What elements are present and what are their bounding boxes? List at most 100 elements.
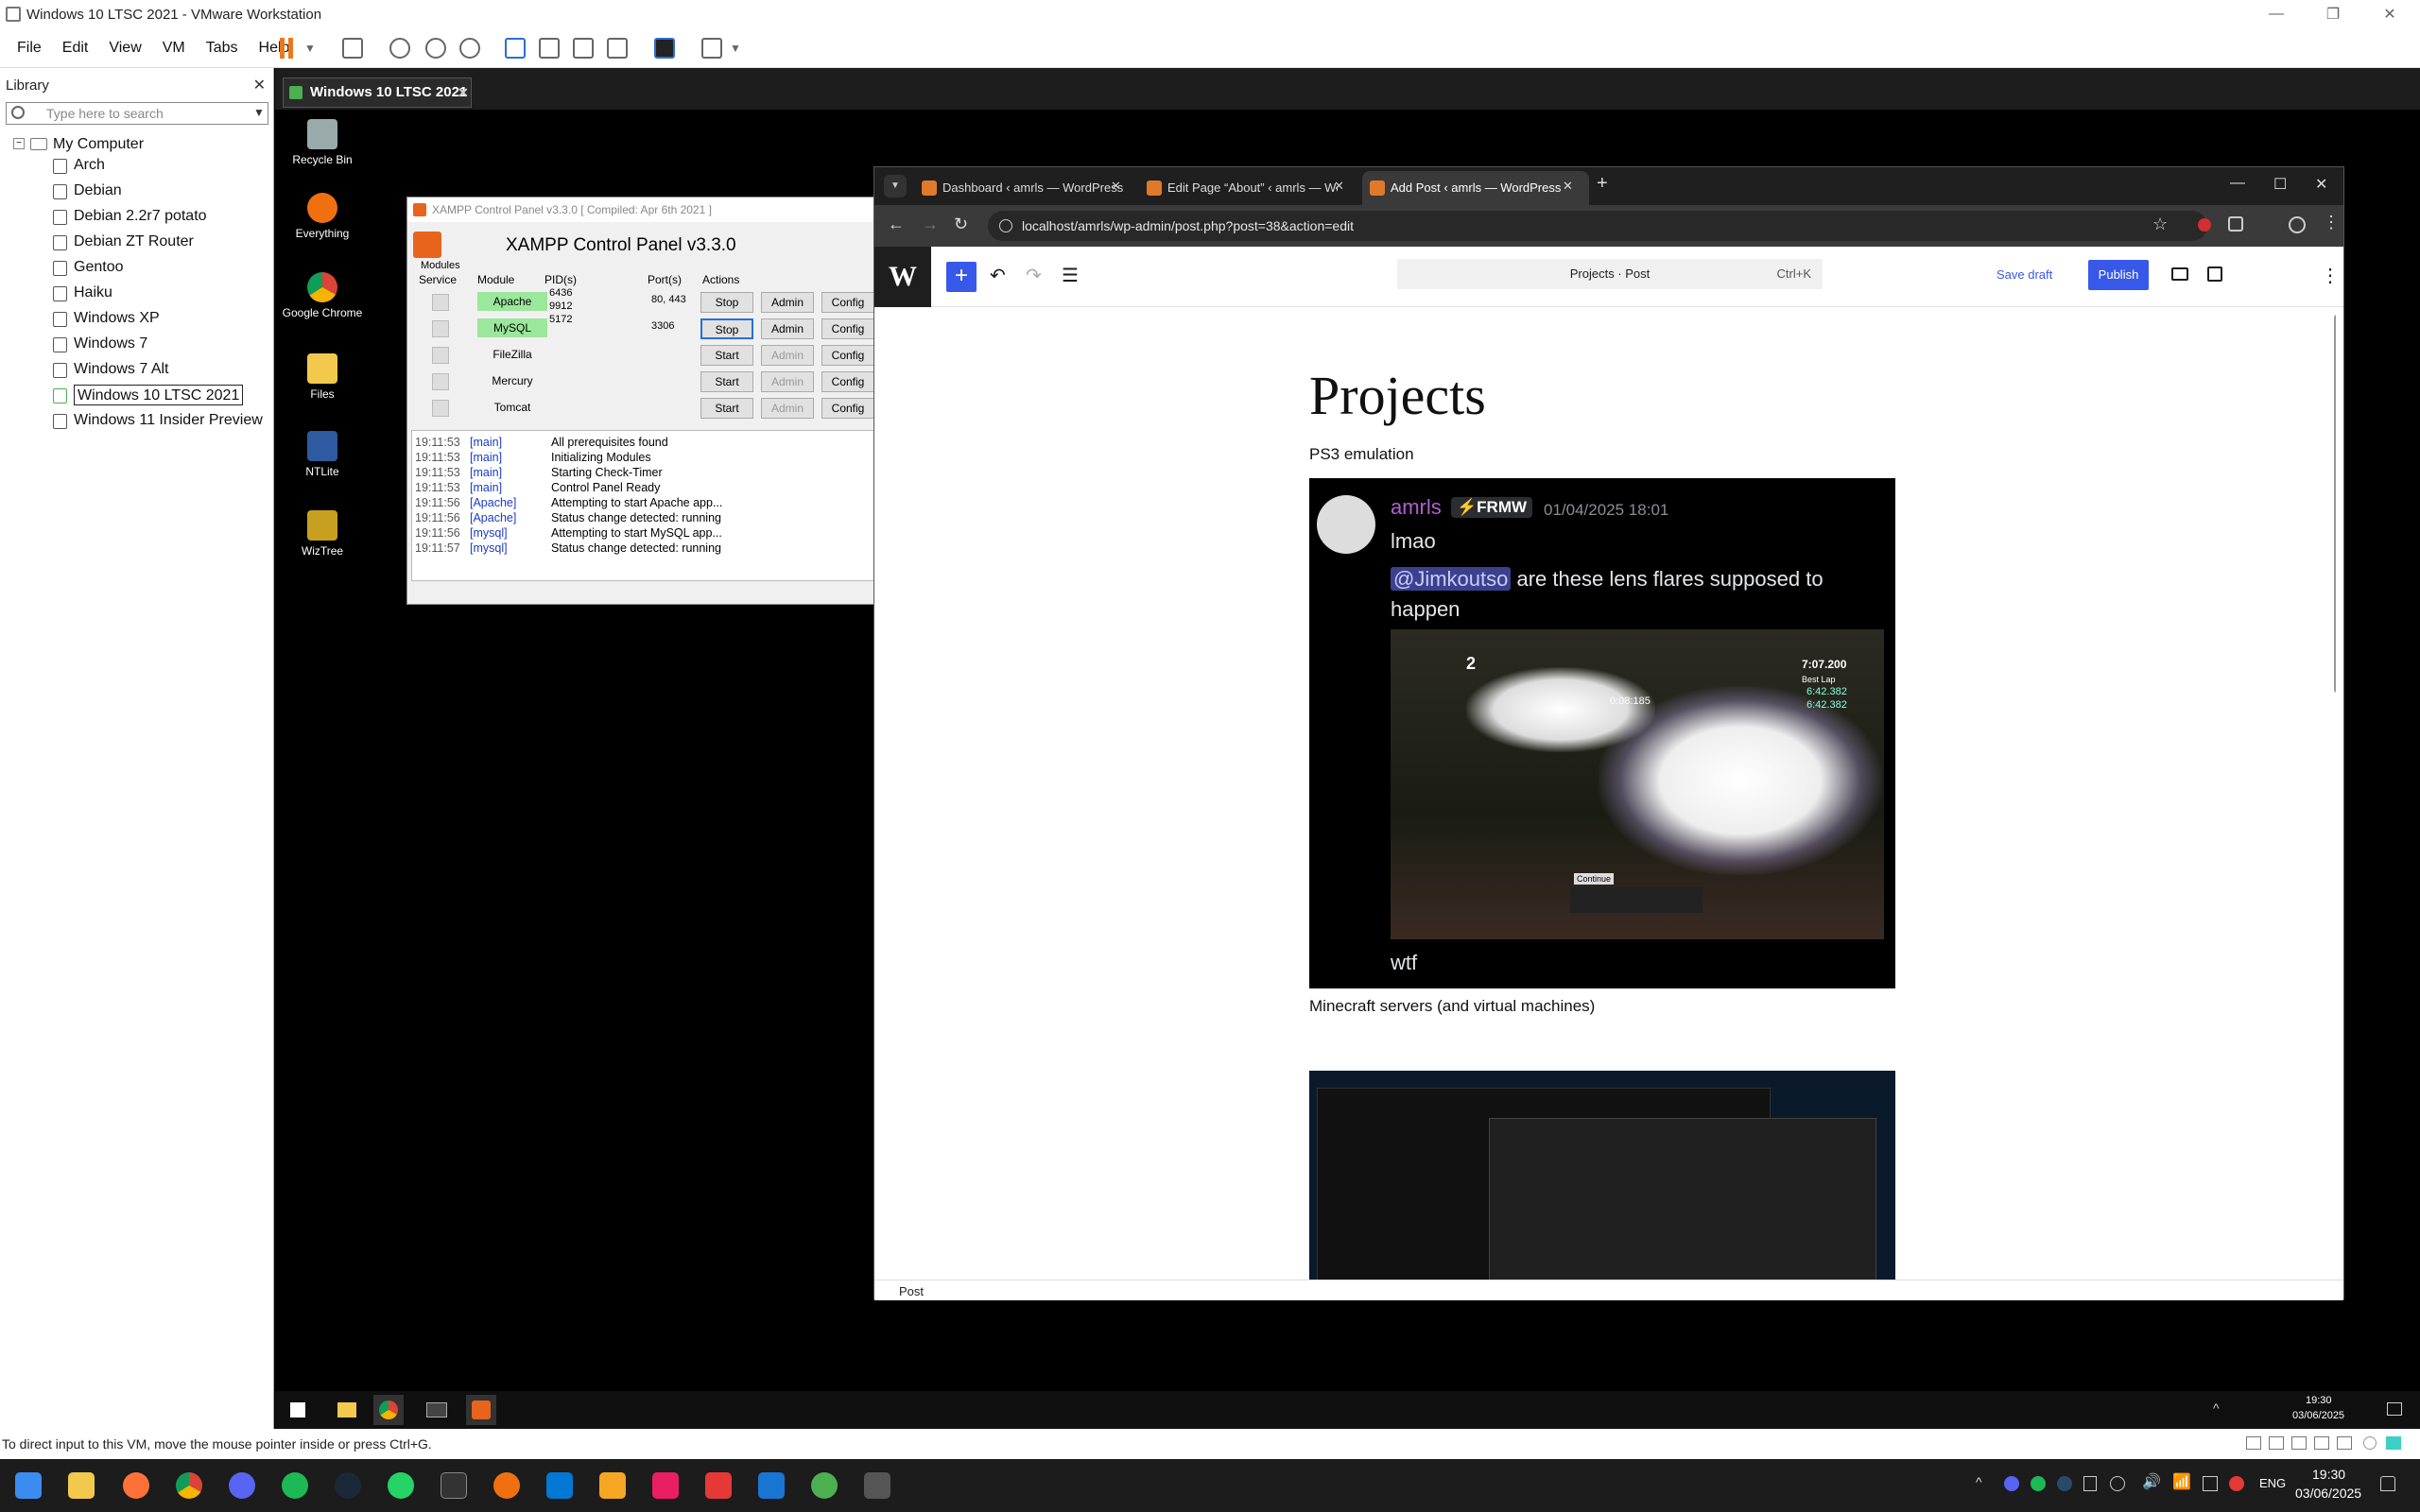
service-checkbox[interactable]	[432, 400, 449, 417]
thumbnail-bar-icon[interactable]	[539, 38, 560, 59]
tab-search-icon[interactable]: ▼	[884, 175, 907, 198]
close-icon[interactable]: ✕	[2363, 0, 2416, 28]
admin-button[interactable]: Admin	[761, 292, 814, 313]
whatsapp-icon[interactable]	[388, 1472, 414, 1499]
config-button[interactable]: Config	[821, 398, 874, 419]
menu-file[interactable]: File	[13, 40, 45, 57]
show-library-icon[interactable]	[505, 38, 526, 59]
printer-icon[interactable]	[2363, 1436, 2377, 1450]
vscode-icon[interactable]	[546, 1472, 573, 1499]
start-button[interactable]: Start	[700, 345, 753, 366]
minimize-icon[interactable]: —	[2250, 0, 2303, 28]
desktop-icon-everything[interactable]: Everything	[275, 193, 370, 240]
spotify-tray-icon[interactable]	[2031, 1476, 2046, 1491]
close-icon[interactable]: ✕	[458, 78, 469, 107]
library-item[interactable]: Debian ZT Router	[74, 232, 194, 252]
library-item[interactable]: Windows XP	[74, 308, 160, 329]
library-search-input[interactable]: Type here to search	[6, 102, 268, 125]
tab-edit-page[interactable]: Edit Page “About” ‹ amrls — WordPress	[1139, 171, 1338, 205]
options-icon[interactable]: ⋮	[2321, 264, 2340, 287]
start-icon[interactable]	[290, 1402, 305, 1418]
service-checkbox[interactable]	[432, 320, 449, 337]
profile-icon[interactable]	[2289, 216, 2306, 233]
library-item[interactable]: Windows 7	[74, 334, 147, 354]
steam-icon[interactable]	[335, 1472, 361, 1499]
minimize-icon[interactable]: —	[2230, 175, 2245, 192]
library-item[interactable]: Haiku	[74, 283, 112, 303]
image-block-discord[interactable]: amrls ⚡FRMW 01/04/2025 18:01 lmao @Jimko…	[1309, 478, 1895, 988]
host-clock-date[interactable]: 03/06/2025	[2295, 1486, 2361, 1501]
app-icon[interactable]	[864, 1472, 890, 1499]
maximize-icon[interactable]: ☐	[2273, 175, 2287, 194]
close-icon[interactable]: ✕	[1334, 179, 1344, 194]
start-button[interactable]: Start	[700, 371, 753, 392]
discord-icon[interactable]	[229, 1472, 255, 1499]
library-item[interactable]: Windows 7 Alt	[74, 359, 168, 380]
preview-icon[interactable]	[2171, 267, 2188, 281]
library-item[interactable]: Windows 11 Insider Preview	[74, 410, 263, 431]
file-explorer-icon[interactable]	[68, 1472, 95, 1499]
desktop-icon-files[interactable]: Files	[275, 353, 370, 401]
config-button[interactable]: Config	[821, 318, 874, 339]
desktop-icon-wiztree[interactable]: WizTree	[275, 510, 370, 558]
undo-icon[interactable]: ↶	[990, 264, 1006, 287]
block-inserter-button[interactable]: +	[946, 262, 977, 292]
post-title[interactable]: Projects	[1309, 364, 1486, 427]
notifications-icon[interactable]	[2387, 1402, 2402, 1416]
chrome-icon[interactable]	[176, 1472, 202, 1499]
forward-icon[interactable]: →	[922, 215, 939, 234]
app-tray-icon[interactable]	[2229, 1476, 2244, 1491]
menu-edit[interactable]: Edit	[59, 40, 93, 57]
chevron-down-icon[interactable]: ▼	[253, 106, 265, 119]
pause-icon[interactable]	[280, 38, 285, 59]
image-block-minecraft[interactable]	[1309, 1071, 1895, 1280]
paragraph-block[interactable]: Minecraft servers (and virtual machines)	[1309, 997, 1595, 1016]
desktop-icon-google-chrome[interactable]: Google Chrome	[275, 272, 370, 319]
sound-icon[interactable]	[2337, 1436, 2352, 1450]
tab-add-post[interactable]: Add Post ‹ amrls — WordPress	[1362, 171, 1589, 205]
app-tray-icon[interactable]	[2203, 1476, 2218, 1491]
stop-button[interactable]: Stop	[700, 292, 753, 313]
close-icon[interactable]: ✕	[1111, 179, 1121, 194]
unity-icon[interactable]	[607, 38, 628, 59]
tab-dashboard[interactable]: Dashboard ‹ amrls — WordPress	[914, 171, 1132, 205]
steam-tray-icon[interactable]	[2057, 1476, 2072, 1491]
wp-editor-canvas[interactable]: Projects PS3 emulation amrls ⚡FRMW 01/04…	[874, 307, 2336, 1280]
close-icon[interactable]: ✕	[2315, 175, 2327, 194]
photos-icon[interactable]	[758, 1472, 785, 1499]
everything-icon[interactable]	[493, 1472, 520, 1499]
extension-ublock-icon[interactable]	[2198, 218, 2211, 232]
usb-tray-icon[interactable]	[2083, 1476, 2097, 1491]
service-checkbox[interactable]	[432, 347, 449, 364]
library-item[interactable]: Windows 10 LTSC 2021	[74, 385, 244, 405]
wifi-icon[interactable]: 📶	[2172, 1472, 2191, 1491]
start-icon[interactable]	[15, 1472, 42, 1499]
chevron-down-icon[interactable]: ▼	[730, 42, 741, 55]
menu-icon[interactable]: ⋮	[2323, 213, 2340, 232]
terminal-icon[interactable]	[441, 1472, 467, 1499]
config-button[interactable]: Config	[821, 345, 874, 366]
volume-icon[interactable]: 🔊	[2142, 1472, 2161, 1491]
settings-sidebar-icon[interactable]	[2207, 266, 2222, 282]
vm-tab[interactable]: Windows 10 LTSC 2021 ✕	[283, 77, 472, 108]
snapshot-icon[interactable]	[389, 38, 410, 59]
terminal-icon[interactable]	[426, 1402, 447, 1418]
admin-button[interactable]: Admin	[761, 398, 814, 419]
new-tab-icon[interactable]: +	[1597, 173, 1608, 195]
library-item[interactable]: Arch	[74, 155, 105, 176]
chrome-profile-icon[interactable]	[811, 1472, 838, 1499]
extensions-icon[interactable]	[2228, 216, 2243, 232]
message-log-icon[interactable]	[2386, 1436, 2401, 1450]
stop-button[interactable]: Stop	[700, 318, 753, 339]
bookmark-star-icon[interactable]: ☆	[2152, 215, 2168, 234]
close-icon[interactable]: ✕	[1563, 179, 1573, 194]
bluetooth-tray-icon[interactable]	[2110, 1476, 2125, 1491]
library-item[interactable]: Debian 2.2r7 potato	[74, 206, 207, 227]
site-info-icon[interactable]	[999, 219, 1012, 232]
admin-button[interactable]: Admin	[761, 345, 814, 366]
redo-icon[interactable]: ↷	[1026, 264, 1042, 287]
stretch-guest-icon[interactable]	[701, 38, 722, 59]
close-icon[interactable]: ✕	[253, 76, 266, 94]
app-icon[interactable]	[705, 1472, 732, 1499]
language-indicator[interactable]: ENG	[2259, 1476, 2286, 1490]
